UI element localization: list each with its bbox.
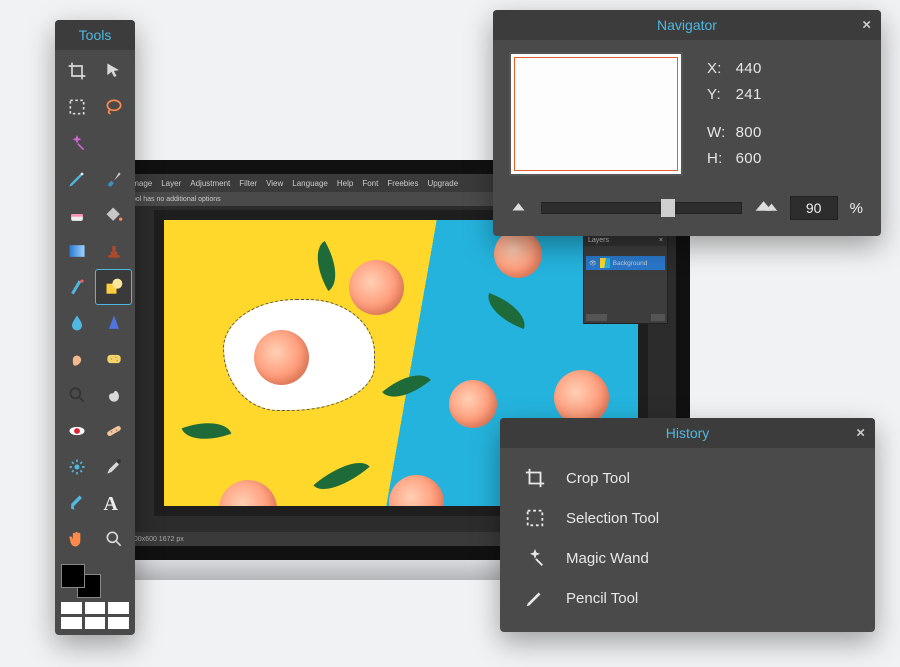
dodge-tool-icon[interactable]	[59, 378, 94, 412]
pen-tool-icon[interactable]	[59, 486, 94, 520]
clone-stamp-tool-icon[interactable]	[96, 234, 131, 268]
preset-swatches[interactable]	[61, 602, 129, 629]
layer-thumb	[600, 258, 610, 268]
paint-bucket-tool-icon[interactable]	[96, 198, 131, 232]
sponge-tool-icon[interactable]	[96, 342, 131, 376]
history-item-label: Crop Tool	[566, 470, 630, 487]
menu-item[interactable]: Adjustment	[190, 179, 230, 188]
history-item[interactable]: Crop Tool	[504, 458, 871, 498]
smudge-tool-icon[interactable]	[59, 342, 94, 376]
menu-item[interactable]: Language	[292, 179, 328, 188]
layers-panel[interactable]: Layers × 👁 Background	[583, 234, 668, 324]
close-icon[interactable]: ×	[659, 237, 663, 244]
sharpen-tool-icon[interactable]	[96, 306, 131, 340]
menu-item[interactable]: Help	[337, 179, 353, 188]
zoom-value-input[interactable]: 90	[790, 196, 838, 220]
eraser-tool-icon[interactable]	[59, 198, 94, 232]
history-panel[interactable]: History × Crop Tool Selection Tool Magic…	[500, 418, 875, 632]
layer-name: Background	[613, 260, 648, 267]
menu-item[interactable]: Freebies	[387, 179, 418, 188]
zoom-out-icon[interactable]	[511, 199, 529, 218]
history-item[interactable]: Pencil Tool	[504, 578, 871, 618]
crop-tool-icon[interactable]	[59, 54, 94, 88]
eyedropper-tool-icon[interactable]	[96, 450, 131, 484]
nav-h-value: 600	[736, 147, 762, 171]
navigator-thumbnail[interactable]	[511, 54, 681, 174]
color-replace-tool-icon[interactable]	[59, 270, 94, 304]
history-item-label: Selection Tool	[566, 510, 659, 527]
nav-x-value: 440	[736, 57, 762, 81]
history-list: Crop Tool Selection Tool Magic Wand Penc…	[500, 448, 875, 632]
color-swatches[interactable]	[55, 560, 135, 635]
navigator-title: Navigator ×	[493, 10, 881, 40]
menu-item[interactable]: Filter	[239, 179, 257, 188]
layer-buttons[interactable]	[586, 314, 665, 321]
history-item[interactable]: Selection Tool	[504, 498, 871, 538]
history-item-label: Magic Wand	[566, 550, 649, 567]
zoom-slider[interactable]	[541, 202, 742, 214]
text-tool-icon[interactable]: A	[96, 486, 131, 520]
menu-item[interactable]: Font	[362, 179, 378, 188]
nav-w-value: 800	[736, 121, 762, 145]
brush-tool-icon[interactable]	[96, 162, 131, 196]
pencil-icon	[522, 587, 548, 609]
close-icon[interactable]: ×	[856, 425, 865, 442]
burn-tool-icon[interactable]	[96, 378, 131, 412]
navigator-readout: X:440 Y:241 W:800 H:600	[705, 55, 764, 173]
magic-wand-icon	[522, 547, 548, 569]
liquify-tool-icon[interactable]	[59, 450, 94, 484]
layers-panel-title: Layers	[588, 237, 609, 244]
marquee-tool-icon[interactable]	[59, 90, 94, 124]
red-eye-tool-icon[interactable]	[59, 414, 94, 448]
crop-icon	[522, 467, 548, 489]
gradient-tool-icon[interactable]	[59, 234, 94, 268]
zoom-tool-icon[interactable]	[96, 522, 131, 556]
history-item-label: Pencil Tool	[566, 590, 638, 607]
lasso-tool-icon[interactable]	[96, 90, 131, 124]
pencil-tool-icon[interactable]	[59, 162, 94, 196]
shape-tool-icon[interactable]	[96, 270, 131, 304]
close-icon[interactable]: ×	[862, 17, 871, 34]
layer-row[interactable]: 👁 Background	[586, 256, 665, 270]
nav-y-value: 241	[736, 83, 762, 107]
magic-wand-tool-icon[interactable]	[59, 126, 94, 160]
tools-grid: A	[55, 50, 135, 560]
navigator-panel[interactable]: Navigator × X:440 Y:241 W:800 H:600 90 %	[493, 10, 881, 236]
history-title: History ×	[500, 418, 875, 448]
selection-icon	[522, 507, 548, 529]
heal-tool-icon[interactable]	[96, 414, 131, 448]
menu-item[interactable]: View	[266, 179, 283, 188]
move-tool-icon[interactable]	[96, 54, 131, 88]
menu-item[interactable]: Upgrade	[427, 179, 458, 188]
zoom-unit: %	[850, 200, 863, 217]
foreground-swatch[interactable]	[61, 564, 85, 588]
tools-panel-title: Tools	[55, 20, 135, 50]
tools-panel[interactable]: Tools	[55, 20, 135, 635]
empty-slot	[96, 126, 131, 160]
zoom-in-icon[interactable]	[754, 198, 778, 219]
hand-tool-icon[interactable]	[59, 522, 94, 556]
zoom-slider-knob[interactable]	[661, 199, 675, 217]
menu-item[interactable]: Layer	[161, 179, 181, 188]
blur-tool-icon[interactable]	[59, 306, 94, 340]
history-item[interactable]: Magic Wand	[504, 538, 871, 578]
